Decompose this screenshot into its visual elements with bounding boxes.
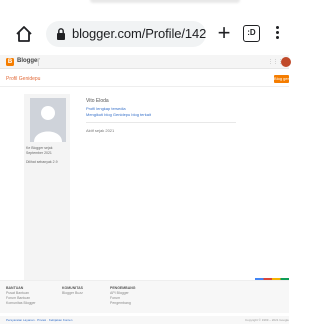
create-blog-button[interactable]: Blog ger — [274, 75, 289, 83]
default-avatar-icon — [30, 98, 66, 142]
blogger-logo-icon[interactable]: B — [6, 58, 14, 66]
profile-info: Aktif sejak 2021 — [86, 128, 115, 133]
new-tab-icon[interactable]: + — [212, 21, 236, 45]
address-bar[interactable]: blogger.com/Profile/142306( — [46, 21, 206, 47]
header-divider — [38, 58, 39, 66]
lock-icon — [56, 27, 66, 41]
footer-link[interactable]: Komunitas Blogger — [6, 301, 36, 306]
legal-links[interactable]: Persyaratan Layanan · Privasi · Kebijaka… — [6, 318, 72, 322]
tab-switcher-button[interactable]: :D — [243, 25, 260, 42]
overflow-menu-icon[interactable] — [273, 24, 281, 44]
profile-link[interactable]: Profil lengkap tersedia — [86, 106, 126, 111]
account-avatar[interactable] — [281, 57, 291, 67]
app-name[interactable]: Blogger — [17, 58, 40, 64]
section-title-row: Profil Genidepu Blog ger — [0, 73, 289, 87]
apps-grid-icon[interactable]: ⋮⋮⋮ — [268, 59, 283, 65]
profile-views: Dilihat sebanyak 2.9 — [26, 160, 58, 164]
legal-bar: Persyaratan Layanan · Privasi · Kebijaka… — [0, 316, 289, 324]
footer-link[interactable]: Blogger Buzz — [62, 291, 83, 296]
footer-column-help: BANTUAN Pusat Bantuan Forum Bantuan Komu… — [6, 286, 36, 306]
status-bar — [0, 0, 289, 12]
blogger-header: B Blogger ⋮⋮⋮ — [0, 55, 291, 69]
profile-name: Vito Eloda — [86, 98, 109, 104]
copyright: Copyright © 1999 – 2021 Google — [245, 318, 289, 322]
footer-column-developers: PENGEMBANG API Blogger Forum Pengembang — [110, 286, 135, 306]
home-icon[interactable] — [14, 24, 34, 44]
footer: BANTUAN Pusat Bantuan Forum Bantuan Komu… — [0, 280, 289, 313]
browser-toolbar: blogger.com/Profile/142306( + :D — [0, 16, 289, 52]
page-title: Profil Genidepu — [6, 76, 41, 82]
followed-blog-link[interactable]: Mengikuti blog Genidepu blog terkait — [86, 112, 151, 117]
member-since: Ke Blogger sejak September 2021 — [26, 146, 53, 155]
footer-column-community: KOMUNITAS Blogger Buzz — [62, 286, 83, 296]
url-text: blogger.com/Profile/142306( — [72, 26, 206, 41]
profile-sidebar: Ke Blogger sejak September 2021 Dilihat … — [24, 94, 70, 294]
content-divider — [86, 122, 236, 123]
footer-link[interactable]: Pengembang — [110, 301, 135, 306]
